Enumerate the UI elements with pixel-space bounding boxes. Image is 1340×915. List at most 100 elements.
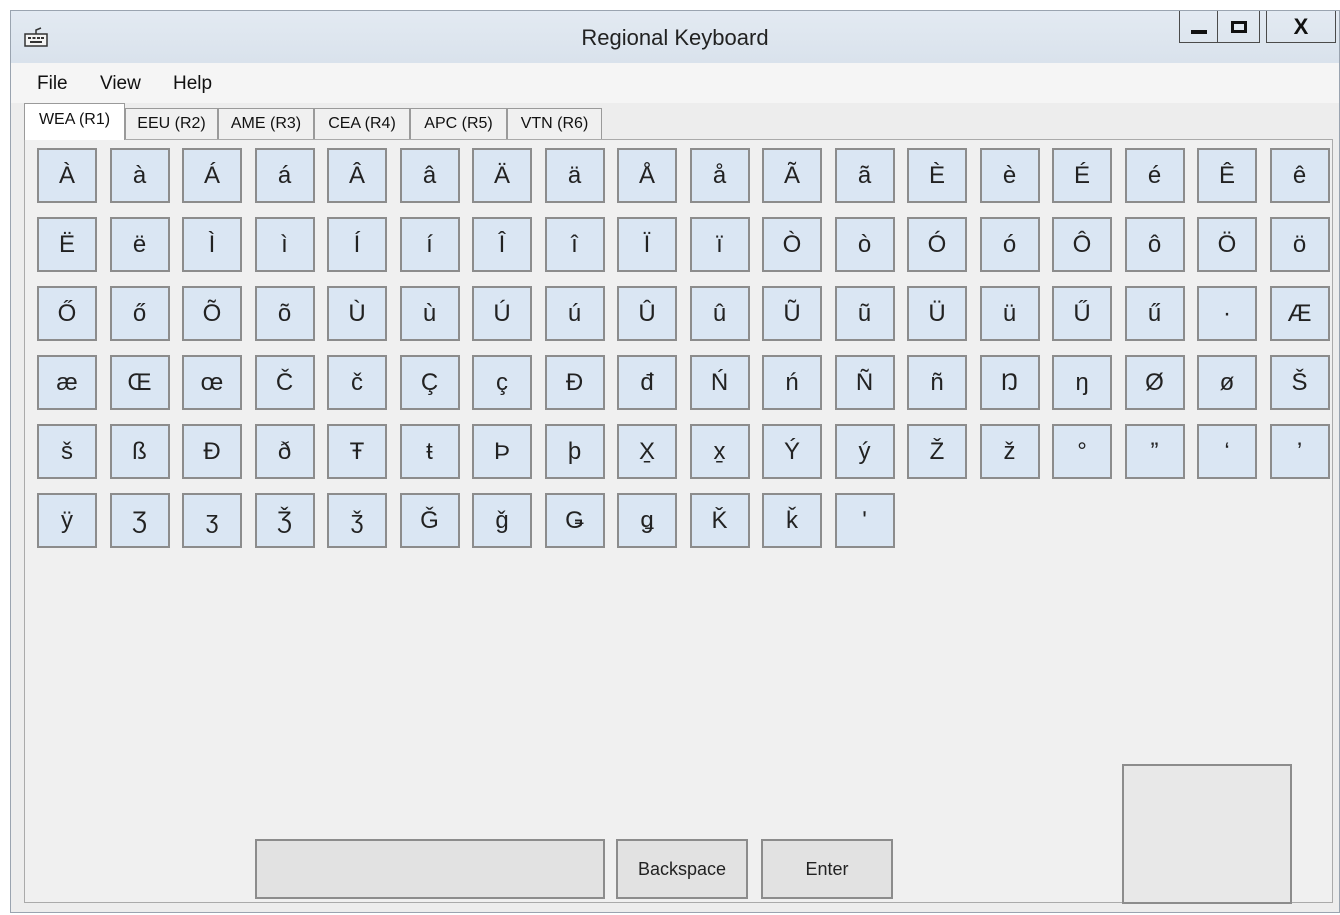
char-key[interactable]: č: [327, 355, 387, 410]
char-key[interactable]: ű: [1124, 286, 1185, 341]
char-key[interactable]: š: [37, 424, 97, 479]
tab-wea-r1[interactable]: WEA (R1): [24, 103, 125, 140]
char-key[interactable]: ã: [834, 148, 895, 203]
char-key[interactable]: Ʒ: [109, 493, 170, 548]
char-key[interactable]: Č: [254, 355, 315, 410]
char-key[interactable]: æ: [37, 355, 97, 410]
char-key[interactable]: ʒ: [182, 493, 242, 548]
char-key[interactable]: ð: [254, 424, 315, 479]
char-key[interactable]: ö: [1269, 217, 1330, 272]
char-key[interactable]: Ñ: [834, 355, 895, 410]
char-key[interactable]: ń: [762, 355, 822, 410]
char-key[interactable]: Õ: [182, 286, 242, 341]
char-key[interactable]: ä: [544, 148, 605, 203]
tab-cea-r4[interactable]: CEA (R4): [314, 108, 410, 139]
char-key[interactable]: ǧ: [472, 493, 532, 548]
char-key[interactable]: ÿ: [37, 493, 97, 548]
char-key[interactable]: ü: [979, 286, 1040, 341]
char-key[interactable]: ý: [834, 424, 895, 479]
char-key[interactable]: Đ: [544, 355, 605, 410]
char-key[interactable]: ǩ: [762, 493, 822, 548]
char-key[interactable]: Ç: [399, 355, 460, 410]
char-key[interactable]: ŧ: [399, 424, 460, 479]
char-key[interactable]: ë: [109, 217, 170, 272]
char-key[interactable]: ž: [979, 424, 1040, 479]
char-key[interactable]: Á: [182, 148, 242, 203]
char-key[interactable]: Ã: [762, 148, 822, 203]
char-key[interactable]: ê: [1269, 148, 1330, 203]
char-key[interactable]: Ð: [182, 424, 242, 479]
char-key[interactable]: î: [544, 217, 605, 272]
char-key[interactable]: á: [254, 148, 315, 203]
char-key[interactable]: É: [1052, 148, 1112, 203]
char-key[interactable]: ·: [1197, 286, 1257, 341]
char-key[interactable]: Ǥ: [544, 493, 605, 548]
char-key[interactable]: Î: [472, 217, 532, 272]
char-key[interactable]: È: [907, 148, 967, 203]
tab-apc-r5[interactable]: APC (R5): [410, 108, 507, 139]
char-key[interactable]: Ǯ: [254, 493, 315, 548]
char-key[interactable]: ʹ: [834, 493, 895, 548]
char-key[interactable]: ù: [399, 286, 460, 341]
char-key[interactable]: ú: [544, 286, 605, 341]
char-key[interactable]: Ü: [907, 286, 967, 341]
tab-ame-r3[interactable]: AME (R3): [218, 108, 314, 139]
char-key[interactable]: ŋ: [1052, 355, 1112, 410]
menu-view[interactable]: View: [100, 73, 141, 95]
char-key[interactable]: Ó: [907, 217, 967, 272]
char-key[interactable]: à: [109, 148, 170, 203]
char-key[interactable]: û: [689, 286, 750, 341]
char-key[interactable]: ǯ: [327, 493, 387, 548]
char-key[interactable]: Ú: [472, 286, 532, 341]
enter-button[interactable]: Enter: [761, 839, 893, 899]
title-bar[interactable]: Regional Keyboard X: [11, 11, 1339, 63]
char-key[interactable]: Ö: [1197, 217, 1257, 272]
char-key[interactable]: Ű: [1052, 286, 1112, 341]
char-key[interactable]: ”: [1124, 424, 1185, 479]
char-key[interactable]: ç: [472, 355, 532, 410]
char-key[interactable]: À: [37, 148, 97, 203]
char-key[interactable]: è: [979, 148, 1040, 203]
char-key[interactable]: Ž: [907, 424, 967, 479]
char-key[interactable]: ’: [1269, 424, 1330, 479]
char-key[interactable]: Ŋ: [979, 355, 1040, 410]
char-key[interactable]: Æ: [1269, 286, 1330, 341]
close-button[interactable]: X: [1266, 11, 1336, 43]
composed-text-field[interactable]: [255, 839, 605, 899]
char-key[interactable]: Â: [327, 148, 387, 203]
char-key[interactable]: Ì: [182, 217, 242, 272]
char-key[interactable]: °: [1052, 424, 1112, 479]
char-key[interactable]: Þ: [472, 424, 532, 479]
char-key[interactable]: œ: [182, 355, 242, 410]
char-key[interactable]: Š: [1269, 355, 1330, 410]
char-key[interactable]: x̱: [689, 424, 750, 479]
char-key[interactable]: X̱: [617, 424, 677, 479]
char-key[interactable]: é: [1124, 148, 1185, 203]
char-key[interactable]: þ: [544, 424, 605, 479]
char-key[interactable]: Ù: [327, 286, 387, 341]
char-key[interactable]: â: [399, 148, 460, 203]
char-key[interactable]: ‘: [1197, 424, 1257, 479]
char-key[interactable]: Ǧ: [399, 493, 460, 548]
tab-vtn-r6[interactable]: VTN (R6): [507, 108, 602, 139]
char-key[interactable]: ő: [109, 286, 170, 341]
char-key[interactable]: đ: [617, 355, 677, 410]
char-key[interactable]: Ũ: [762, 286, 822, 341]
tab-eeu-r2[interactable]: EEU (R2): [125, 108, 218, 139]
char-key[interactable]: Ő: [37, 286, 97, 341]
char-key[interactable]: õ: [254, 286, 315, 341]
char-key[interactable]: ô: [1124, 217, 1185, 272]
backspace-button[interactable]: Backspace: [616, 839, 748, 899]
char-key[interactable]: ó: [979, 217, 1040, 272]
char-key[interactable]: Ï: [617, 217, 677, 272]
char-key[interactable]: Ò: [762, 217, 822, 272]
char-key[interactable]: ò: [834, 217, 895, 272]
minimize-button[interactable]: [1179, 11, 1218, 43]
char-key[interactable]: Ë: [37, 217, 97, 272]
char-key[interactable]: Ê: [1197, 148, 1257, 203]
char-key[interactable]: ǥ: [617, 493, 677, 548]
char-key[interactable]: å: [689, 148, 750, 203]
char-key[interactable]: Ý: [762, 424, 822, 479]
menu-help[interactable]: Help: [173, 73, 212, 95]
char-key[interactable]: Ń: [689, 355, 750, 410]
